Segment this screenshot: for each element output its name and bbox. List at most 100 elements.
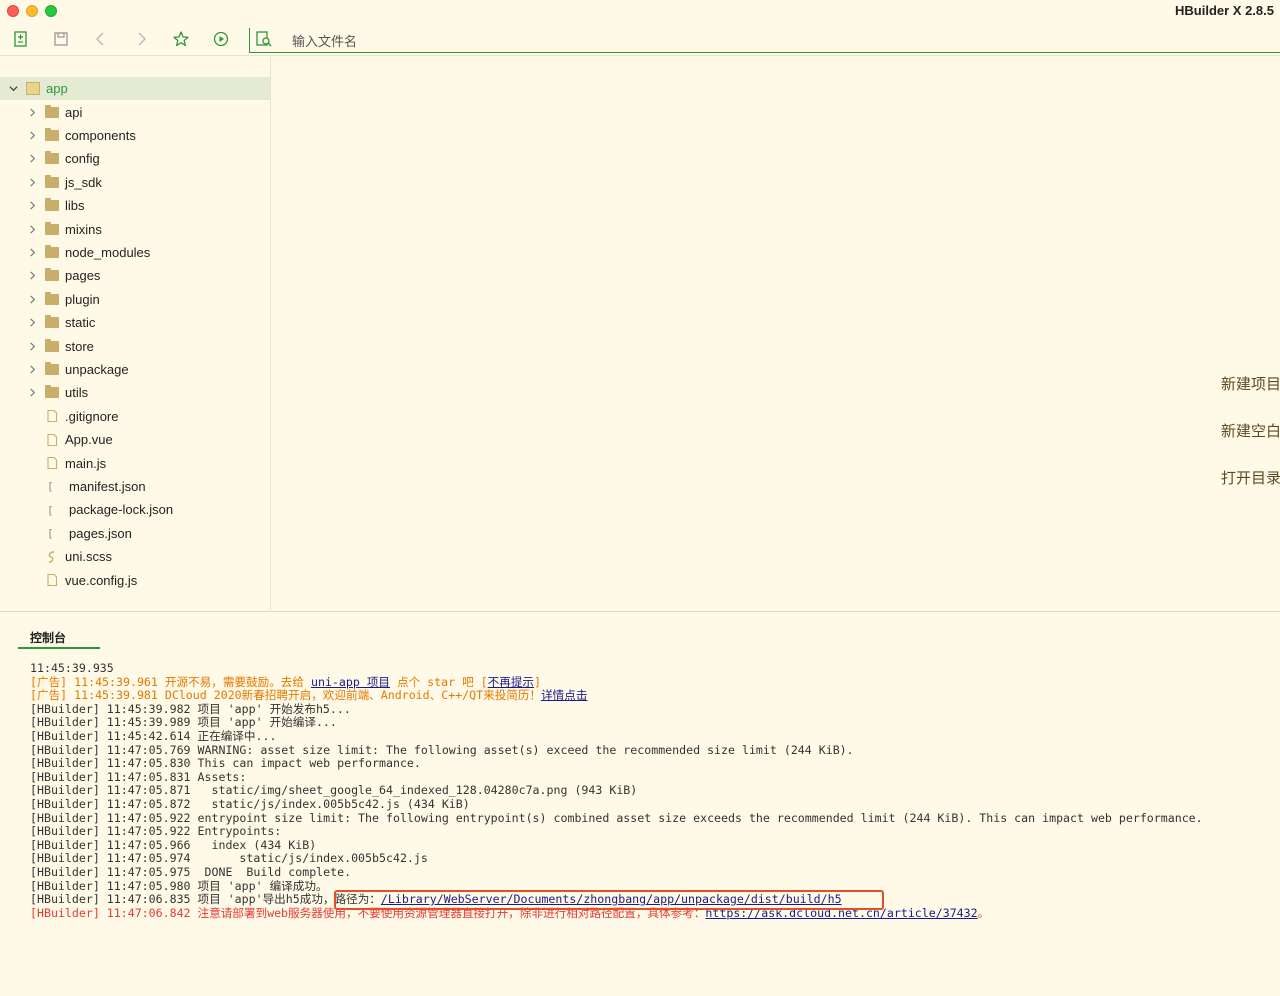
- console-line: [HBuilder] 11:47:05.975 DONE Build compl…: [30, 864, 352, 879]
- folder-icon: [45, 385, 59, 399]
- svg-text:[ ]: [ ]: [47, 504, 61, 517]
- folder-icon: [45, 291, 59, 305]
- console-link[interactable]: 不再提示: [488, 675, 534, 689]
- hbuilder-window: HBuilder X 2.8.5 输入文件名 app api component…: [0, 0, 1280, 996]
- close-window-button[interactable]: [7, 5, 19, 17]
- chevron-right-icon[interactable]: [27, 271, 37, 281]
- chevron-right-icon[interactable]: [27, 388, 37, 398]
- json-file-icon: [ ]: [45, 526, 63, 540]
- tree-item[interactable]: store: [27, 335, 94, 358]
- file-search-bar: [249, 28, 1280, 53]
- folder-icon: [45, 174, 59, 188]
- tree-root-label: app: [46, 81, 68, 96]
- console-line: 11:45:39.935: [30, 661, 114, 675]
- console-line: [HBuilder] 11:47:05.922 Entrypoints:: [30, 824, 282, 839]
- chevron-right-icon[interactable]: [27, 201, 37, 211]
- svg-text:[ ]: [ ]: [47, 527, 61, 540]
- chevron-right-icon[interactable]: [27, 294, 37, 304]
- back-icon[interactable]: [92, 30, 110, 48]
- tree-item[interactable]: utils: [27, 381, 88, 404]
- console-line: [HBuilder] 11:47:05.769 WARNING: asset s…: [30, 742, 854, 757]
- title-bar: HBuilder X 2.8.5: [0, 0, 1280, 22]
- console-line: [HBuilder] 11:45:39.982 项目 'app' 开始发布h5.…: [30, 701, 351, 716]
- tree-item-label: pages.json: [69, 525, 132, 541]
- chevron-right-icon[interactable]: [27, 341, 37, 351]
- tree-item-label: package-lock.json: [69, 502, 174, 518]
- forward-icon[interactable]: [132, 30, 150, 48]
- chevron-right-icon[interactable]: [27, 224, 37, 234]
- new-file-icon[interactable]: [12, 30, 30, 48]
- tree-item[interactable]: [ ] pages.json: [27, 522, 132, 545]
- chevron-right-icon[interactable]: [27, 247, 37, 257]
- json-file-icon: [ ]: [45, 479, 63, 493]
- chevron-right-icon[interactable]: [27, 107, 37, 117]
- tree-item-label: js_sdk: [65, 174, 102, 190]
- console-link[interactable]: uni-app 项目: [311, 675, 390, 689]
- tree-item[interactable]: libs: [27, 194, 85, 217]
- tree-item-label: mixins: [65, 221, 102, 237]
- tree-item[interactable]: vue.config.js: [27, 569, 137, 592]
- chevron-down-icon[interactable]: [8, 84, 18, 94]
- project-explorer: app api components config js_sdklibs mixins n…: [0, 57, 271, 610]
- tree-item-label: config: [65, 151, 100, 167]
- console-line: [HBuilder] 11:47:05.871 static/img/sheet…: [30, 783, 638, 798]
- folder-icon: [45, 127, 59, 141]
- tree-item[interactable]: App.vue: [27, 428, 113, 451]
- tree-item[interactable]: unpackage: [27, 358, 129, 381]
- console-text: [广告] 11:45:39.961 开源不易，需要鼓励。去给: [30, 674, 311, 689]
- tree-item[interactable]: config: [27, 147, 100, 170]
- console-link[interactable]: 详情点击: [541, 688, 587, 702]
- minimize-window-button[interactable]: [26, 5, 38, 17]
- tree-item[interactable]: mixins: [27, 218, 102, 241]
- tree-item[interactable]: [ ] manifest.json: [27, 475, 146, 498]
- tree-item[interactable]: pages: [27, 264, 100, 287]
- tree-item[interactable]: static: [27, 311, 95, 334]
- chevron-right-icon[interactable]: [27, 318, 37, 328]
- tree-item[interactable]: node_modules: [27, 241, 150, 264]
- chevron-right-icon[interactable]: [27, 154, 37, 164]
- tree-item-label: uni.scss: [65, 549, 112, 565]
- star-icon[interactable]: [172, 30, 190, 48]
- tree-item[interactable]: plugin: [27, 288, 100, 311]
- save-icon[interactable]: [52, 30, 70, 48]
- tree-item[interactable]: js_sdk: [27, 171, 102, 194]
- tree-item-label: store: [65, 338, 94, 354]
- file-search-input[interactable]: [292, 32, 892, 50]
- maximize-window-button[interactable]: [45, 5, 57, 17]
- tree-item-label: pages: [65, 268, 101, 284]
- console-line: [广告] 11:45:39.981 DCloud 2020新春招聘开启，欢迎前端…: [30, 688, 1203, 703]
- console-line: [HBuilder] 11:47:05.966 index (434 KiB): [30, 837, 317, 852]
- chevron-right-icon[interactable]: [27, 130, 37, 140]
- output-path-highlight: [334, 890, 884, 910]
- tree-item-label: api: [65, 104, 83, 120]
- chevron-right-icon[interactable]: [27, 364, 37, 374]
- console-text: 。: [977, 905, 990, 920]
- tree-item[interactable]: uni.scss: [27, 545, 112, 568]
- file-icon: [45, 573, 59, 587]
- chevron-right-icon[interactable]: [27, 177, 37, 187]
- run-icon[interactable]: [212, 30, 230, 48]
- console-tab[interactable]: 控制台: [30, 629, 66, 646]
- tree-item[interactable]: .gitignore: [27, 405, 118, 428]
- tree-item-label: plugin: [65, 291, 100, 307]
- tree-item-label: .gitignore: [65, 408, 119, 424]
- new-blank-file-link[interactable]: 新建空白: [1221, 420, 1280, 441]
- tree-item[interactable]: components: [27, 124, 136, 147]
- folder-icon: [45, 104, 59, 118]
- console-tab-indicator: [18, 647, 100, 649]
- tree-item-app[interactable]: app: [8, 77, 68, 100]
- console-text: 点个 star 吧 [: [390, 674, 488, 689]
- tree-item[interactable]: main.js: [27, 452, 106, 475]
- tree-item[interactable]: api: [27, 101, 82, 124]
- tree-item[interactable]: [ ] package-lock.json: [27, 498, 173, 521]
- open-directory-link[interactable]: 打开目录: [1221, 467, 1280, 488]
- new-project-link[interactable]: 新建项目: [1221, 373, 1280, 394]
- tree-item-label: App.vue: [65, 432, 113, 448]
- console-line: [广告] 11:45:39.961 开源不易，需要鼓励。去给 uni-app 项…: [30, 674, 1203, 690]
- editor-welcome-area: 新建项目 新建空白 打开目录: [272, 57, 1280, 610]
